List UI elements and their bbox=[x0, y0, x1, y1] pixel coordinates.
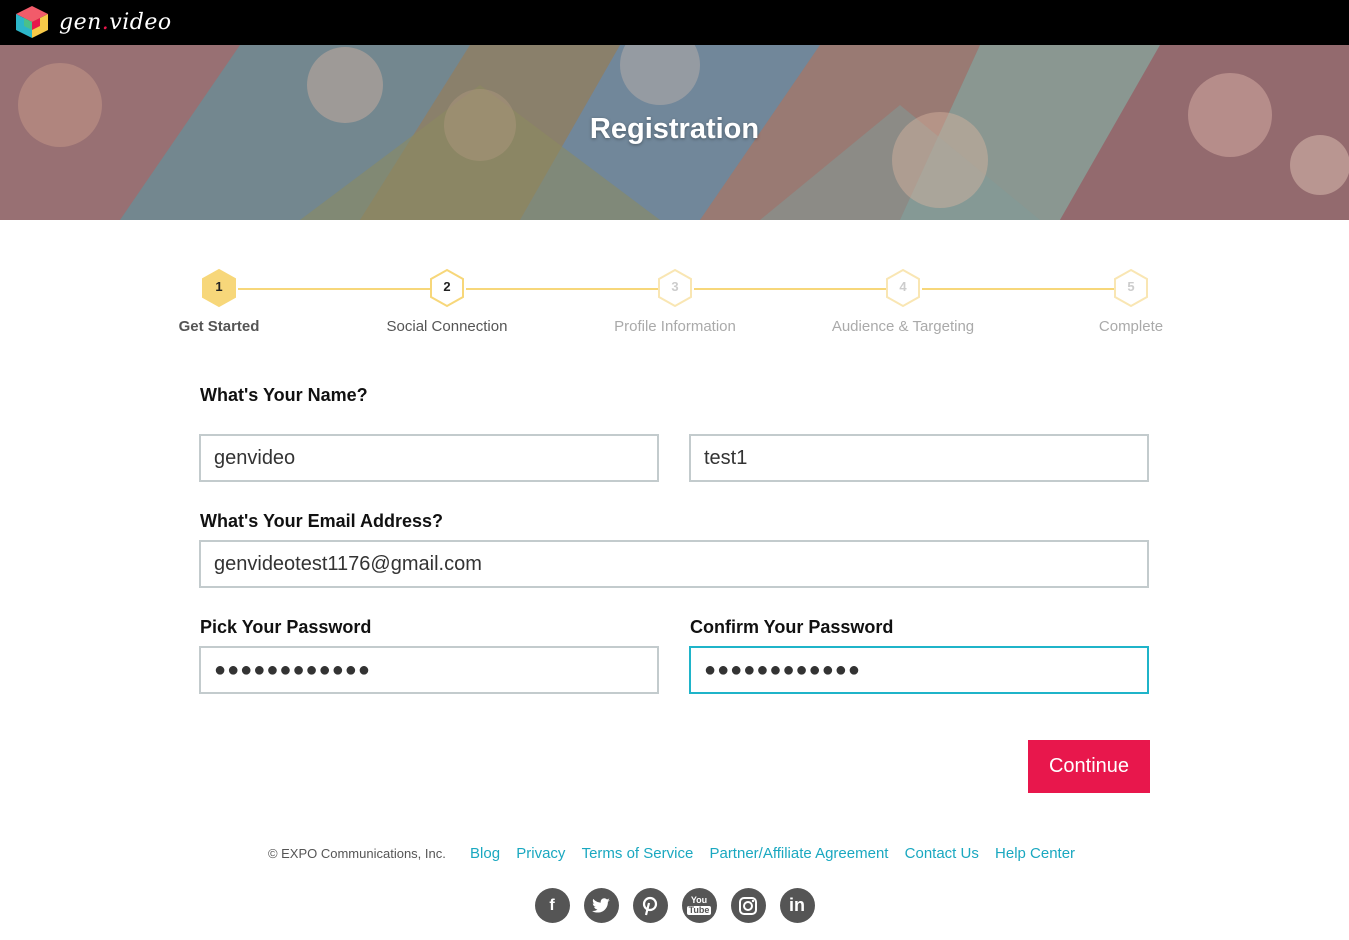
top-bar: gen.video bbox=[0, 0, 1349, 45]
step-number: 1 bbox=[215, 279, 223, 294]
footer-link-contact[interactable]: Contact Us bbox=[905, 845, 979, 862]
facebook-icon[interactable]: f bbox=[534, 888, 570, 923]
password-label: Pick Your Password bbox=[200, 617, 372, 637]
confirm-password-label: Confirm Your Password bbox=[690, 617, 894, 637]
step-get-started[interactable]: 1 Get Started bbox=[119, 268, 319, 335]
footer-link-privacy[interactable]: Privacy bbox=[516, 845, 565, 862]
step-label: Social Connection bbox=[386, 318, 508, 335]
step-label: Audience & Targeting bbox=[831, 318, 975, 335]
step-number: 3 bbox=[671, 279, 679, 294]
step-label: Complete bbox=[1098, 318, 1164, 335]
step-number: 2 bbox=[443, 279, 451, 294]
footer-link-terms[interactable]: Terms of Service bbox=[582, 845, 694, 862]
step-profile-information[interactable]: 3 Profile Information bbox=[575, 268, 775, 335]
logo-cube-icon bbox=[16, 6, 48, 38]
first-name-input[interactable] bbox=[199, 434, 659, 482]
step-label: Get Started bbox=[178, 318, 260, 335]
email-input[interactable] bbox=[199, 540, 1149, 588]
name-label: What's Your Name? bbox=[200, 385, 368, 405]
twitter-icon[interactable] bbox=[583, 888, 619, 923]
linkedin-icon[interactable]: in bbox=[779, 888, 815, 923]
password-input[interactable] bbox=[199, 646, 659, 694]
step-label: Profile Information bbox=[614, 318, 736, 335]
last-name-input[interactable] bbox=[689, 434, 1149, 482]
step-social-connection[interactable]: 2 Social Connection bbox=[347, 268, 547, 335]
registration-stepper: 1 Get Started 2 Social Connection 3 Prof… bbox=[0, 268, 1349, 348]
instagram-icon[interactable] bbox=[730, 888, 766, 923]
hero-banner: Registration bbox=[0, 45, 1349, 220]
footer-link-help-center[interactable]: Help Center bbox=[995, 845, 1075, 862]
step-number: 5 bbox=[1127, 279, 1135, 294]
copyright-text: © EXPO Communications, Inc. bbox=[267, 846, 446, 861]
social-links: f You Tube in bbox=[0, 888, 1349, 923]
continue-button[interactable]: Continue bbox=[1028, 740, 1150, 793]
footer-link-blog[interactable]: Blog bbox=[470, 845, 500, 862]
step-number: 4 bbox=[899, 279, 907, 294]
email-label: What's Your Email Address? bbox=[200, 511, 443, 531]
page-title: Registration bbox=[589, 113, 760, 145]
step-audience-targeting[interactable]: 4 Audience & Targeting bbox=[803, 268, 1003, 335]
pinterest-icon[interactable] bbox=[632, 888, 668, 923]
genvideo-logo[interactable]: gen.video bbox=[15, 5, 172, 39]
confirm-password-input[interactable] bbox=[689, 646, 1149, 694]
footer-links: © EXPO Communications, Inc. Blog Privacy… bbox=[0, 845, 1349, 862]
step-complete[interactable]: 5 Complete bbox=[1031, 268, 1231, 335]
youtube-icon[interactable]: You Tube bbox=[681, 888, 717, 923]
logo-wordmark: gen.video bbox=[59, 9, 172, 35]
footer-link-partner-agreement[interactable]: Partner/Affiliate Agreement bbox=[709, 845, 888, 862]
